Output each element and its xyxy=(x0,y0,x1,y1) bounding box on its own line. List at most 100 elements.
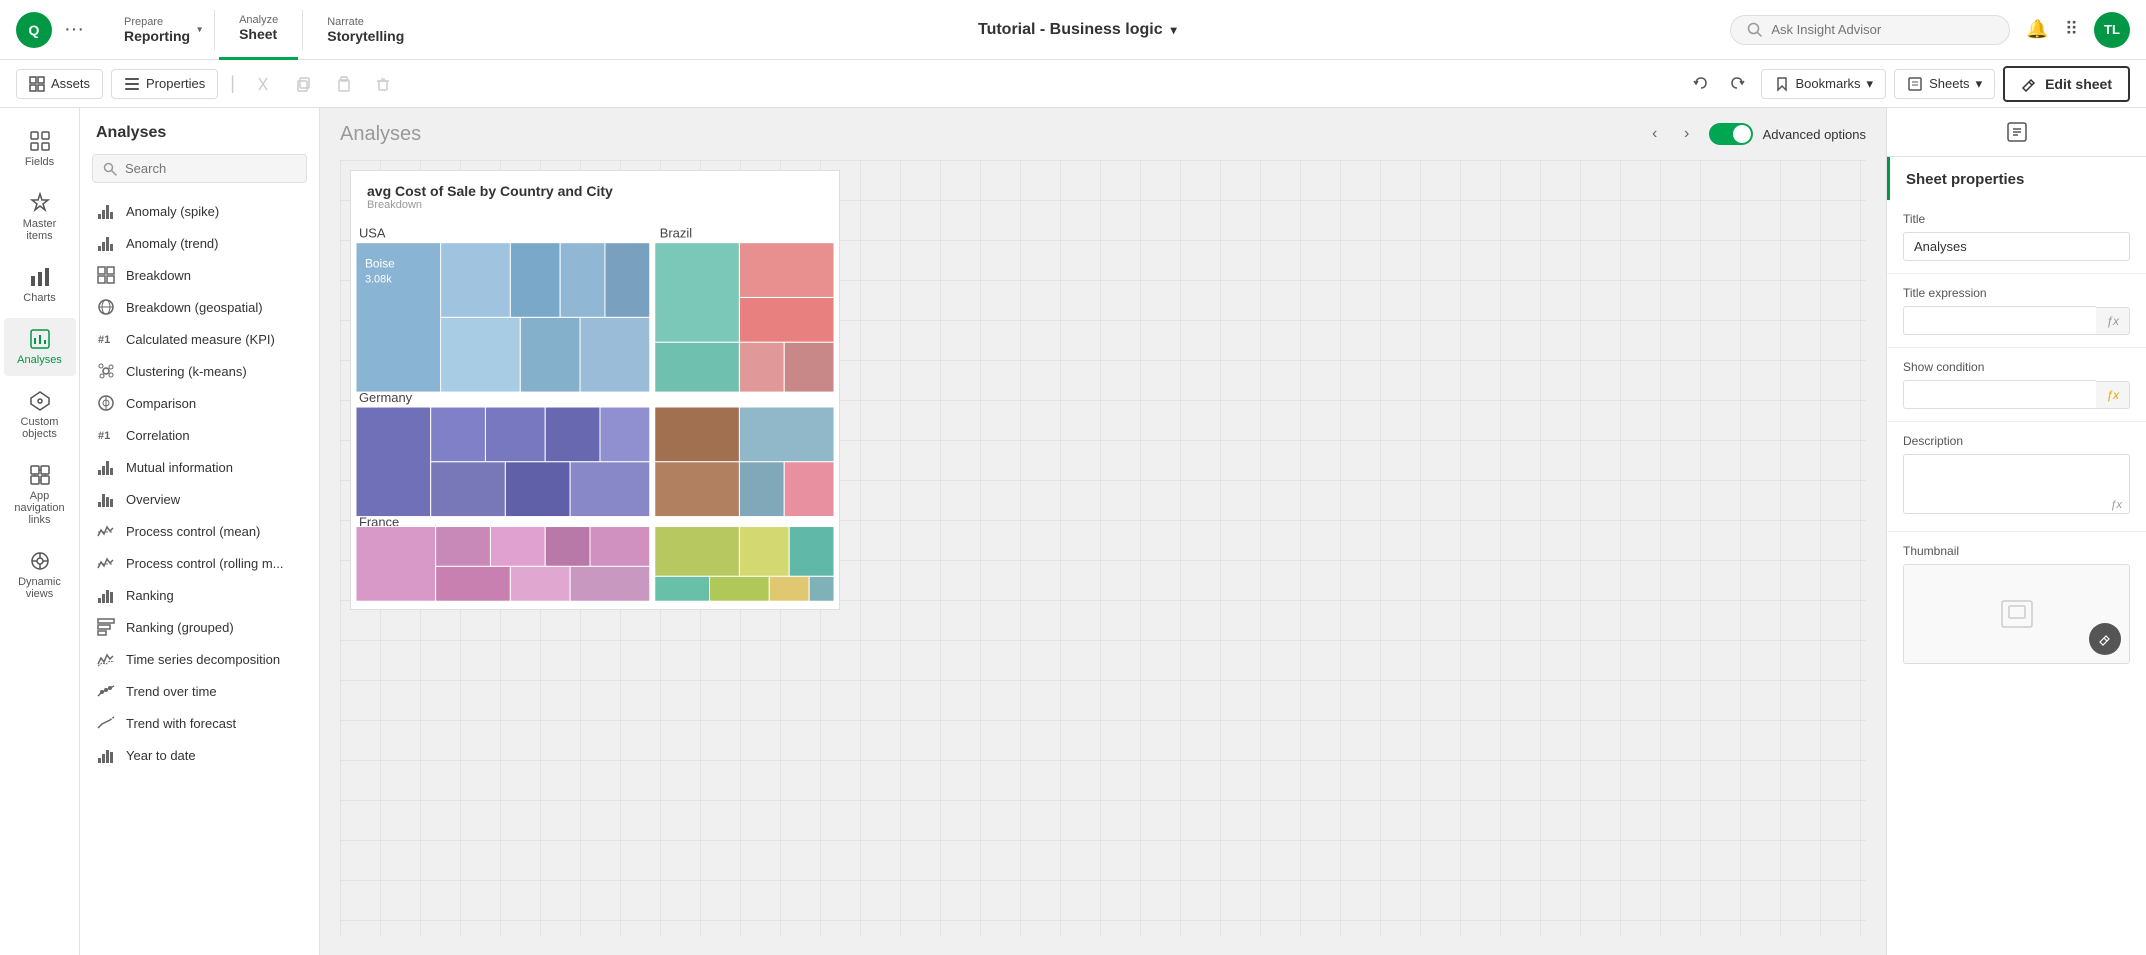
breakdown-label: Breakdown xyxy=(126,268,191,283)
delete-button[interactable] xyxy=(367,68,399,100)
breakdown-geo-icon xyxy=(96,298,116,316)
grid-canvas[interactable]: avg Cost of Sale by Country and City Bre… xyxy=(340,160,1866,935)
calc-measure-label: Calculated measure (KPI) xyxy=(126,332,275,347)
sidebar-item-master-items[interactable]: Master items xyxy=(4,182,76,252)
redo-button[interactable] xyxy=(1721,68,1753,100)
analyses-search-input[interactable] xyxy=(125,161,285,176)
fields-icon xyxy=(29,130,51,152)
analysis-trend-time[interactable]: Trend over time xyxy=(80,675,319,707)
nav-divider-2 xyxy=(302,10,303,50)
thumbnail-edit-button[interactable] xyxy=(2089,623,2121,655)
analysis-trend-forecast[interactable]: Trend with forecast xyxy=(80,707,319,739)
copy-button[interactable] xyxy=(287,68,319,100)
analysis-mutual-info[interactable]: Mutual information xyxy=(80,451,319,483)
sheet-header: Analyses ‹ › Advanced options xyxy=(320,108,1886,160)
analysis-ranking[interactable]: Ranking xyxy=(80,579,319,611)
nav-narrate[interactable]: Narrate Storytelling xyxy=(307,0,424,60)
comparison-label: Comparison xyxy=(126,396,196,411)
analysis-calc-measure[interactable]: #1 Calculated measure (KPI) xyxy=(80,323,319,355)
prop-title-input[interactable] xyxy=(1903,232,2130,261)
insight-advisor-search[interactable] xyxy=(1730,15,2010,45)
app-title-chevron[interactable]: ▾ xyxy=(1171,23,1177,37)
prop-description-group: ƒx xyxy=(1903,454,2130,519)
sidebar-item-dynamic-views[interactable]: Dynamic views xyxy=(4,540,76,610)
sidebar-item-app-nav[interactable]: App navigation links xyxy=(4,454,76,536)
cut-icon xyxy=(255,76,271,92)
analysis-breakdown[interactable]: Breakdown xyxy=(80,259,319,291)
analysis-time-series[interactable]: Time series decomposition xyxy=(80,643,319,675)
analysis-breakdown-geo[interactable]: Breakdown (geospatial) xyxy=(80,291,319,323)
sidebar-item-fields[interactable]: Fields xyxy=(4,120,76,178)
time-series-icon xyxy=(96,650,116,668)
sidebar-item-custom-objects[interactable]: Custom objects xyxy=(4,380,76,450)
prop-description-textarea[interactable] xyxy=(1903,454,2130,514)
analyses-panel-header: Analyses xyxy=(80,108,319,150)
dynamic-views-icon xyxy=(29,550,51,572)
right-panel-top xyxy=(1887,108,2146,157)
chart-container: avg Cost of Sale by Country and City Bre… xyxy=(350,170,840,610)
analysis-clustering[interactable]: Clustering (k-means) xyxy=(80,355,319,387)
analyses-search-bar[interactable] xyxy=(92,154,307,183)
analysis-process-rolling[interactable]: Process control (rolling m... xyxy=(80,547,319,579)
overview-label: Overview xyxy=(126,492,180,507)
clustering-label: Clustering (k-means) xyxy=(126,364,247,379)
bookmarks-button[interactable]: Bookmarks ▾ xyxy=(1761,69,1887,99)
search-icon xyxy=(1747,22,1763,38)
process-rolling-icon xyxy=(96,554,116,572)
edit-sheet-label: Edit sheet xyxy=(2045,76,2112,92)
prev-analysis-button[interactable]: ‹ xyxy=(1641,120,1669,148)
insight-advisor-input[interactable] xyxy=(1771,22,1971,37)
next-analysis-button[interactable]: › xyxy=(1673,120,1701,148)
thumbnail-box xyxy=(1903,564,2130,664)
sidebar-item-analyses[interactable]: Analyses xyxy=(4,318,76,376)
advanced-options-label: Advanced options xyxy=(1763,127,1866,142)
paste-button[interactable] xyxy=(327,68,359,100)
trend-forecast-icon xyxy=(96,714,116,732)
custom-objects-label: Custom objects xyxy=(12,416,68,440)
prop-section-thumbnail: Thumbnail xyxy=(1887,532,2146,676)
cut-button[interactable] xyxy=(247,68,279,100)
sidebar-item-charts[interactable]: Charts xyxy=(4,256,76,314)
analysis-anomaly-spike[interactable]: Anomaly (spike) xyxy=(80,195,319,227)
app-nav-icon xyxy=(29,464,51,486)
app-title-text: Tutorial - Business logic xyxy=(978,21,1163,39)
analyses-panel: Analyses Anomaly (spike) xyxy=(80,108,320,955)
qlik-logo[interactable]: Q xyxy=(16,12,52,48)
notifications-icon[interactable]: 🔔 xyxy=(2026,19,2048,40)
anomaly-spike-label: Anomaly (spike) xyxy=(126,204,219,219)
analysis-ranking-grouped[interactable]: Ranking (grouped) xyxy=(80,611,319,643)
prop-show-condition-input[interactable] xyxy=(1903,380,2096,409)
nav-prepare[interactable]: Prepare Reporting ▾ xyxy=(104,0,210,60)
analysis-comparison[interactable]: Comparison xyxy=(80,387,319,419)
undo-icon xyxy=(1692,75,1710,93)
mutual-info-label: Mutual information xyxy=(126,460,233,475)
trend-forecast-label: Trend with forecast xyxy=(126,716,236,731)
assets-tab[interactable]: Assets xyxy=(16,69,103,99)
properties-panel-title: Sheet properties xyxy=(1887,157,2146,200)
analyses-icon xyxy=(29,328,51,350)
ranking-grouped-label: Ranking (grouped) xyxy=(126,620,234,635)
properties-tab[interactable]: Properties xyxy=(111,69,218,99)
apps-grid-icon[interactable]: ⠿ xyxy=(2065,19,2078,40)
analysis-year-date[interactable]: Year to date xyxy=(80,739,319,771)
prop-title-expr-input[interactable] xyxy=(1903,306,2096,335)
undo-button[interactable] xyxy=(1685,68,1717,100)
analysis-process-mean[interactable]: Process control (mean) xyxy=(80,515,319,547)
second-toolbar: Assets Properties | xyxy=(0,60,2146,108)
analysis-overview[interactable]: Overview xyxy=(80,483,319,515)
edit-sheet-button[interactable]: Edit sheet xyxy=(2003,66,2130,102)
chart-subtitle: Breakdown xyxy=(367,199,823,211)
show-condition-fx-button[interactable]: ƒx xyxy=(2096,381,2130,409)
more-menu-icon[interactable]: ··· xyxy=(64,18,84,41)
sheets-button[interactable]: Sheets ▾ xyxy=(1894,69,1995,99)
description-fx-button[interactable]: ƒx xyxy=(2110,499,2122,511)
analysis-correlation[interactable]: #1 Correlation xyxy=(80,419,319,451)
title-expr-fx-button[interactable]: ƒx xyxy=(2096,307,2130,335)
nav-analyze[interactable]: Analyze Sheet xyxy=(219,0,298,60)
user-avatar[interactable]: TL xyxy=(2094,12,2130,48)
custom-objects-icon xyxy=(29,390,51,412)
advanced-options-toggle[interactable] xyxy=(1709,123,1753,145)
analysis-anomaly-trend[interactable]: Anomaly (trend) xyxy=(80,227,319,259)
sheet-nav-buttons: ‹ › xyxy=(1641,120,1701,148)
delete-icon xyxy=(375,76,391,92)
